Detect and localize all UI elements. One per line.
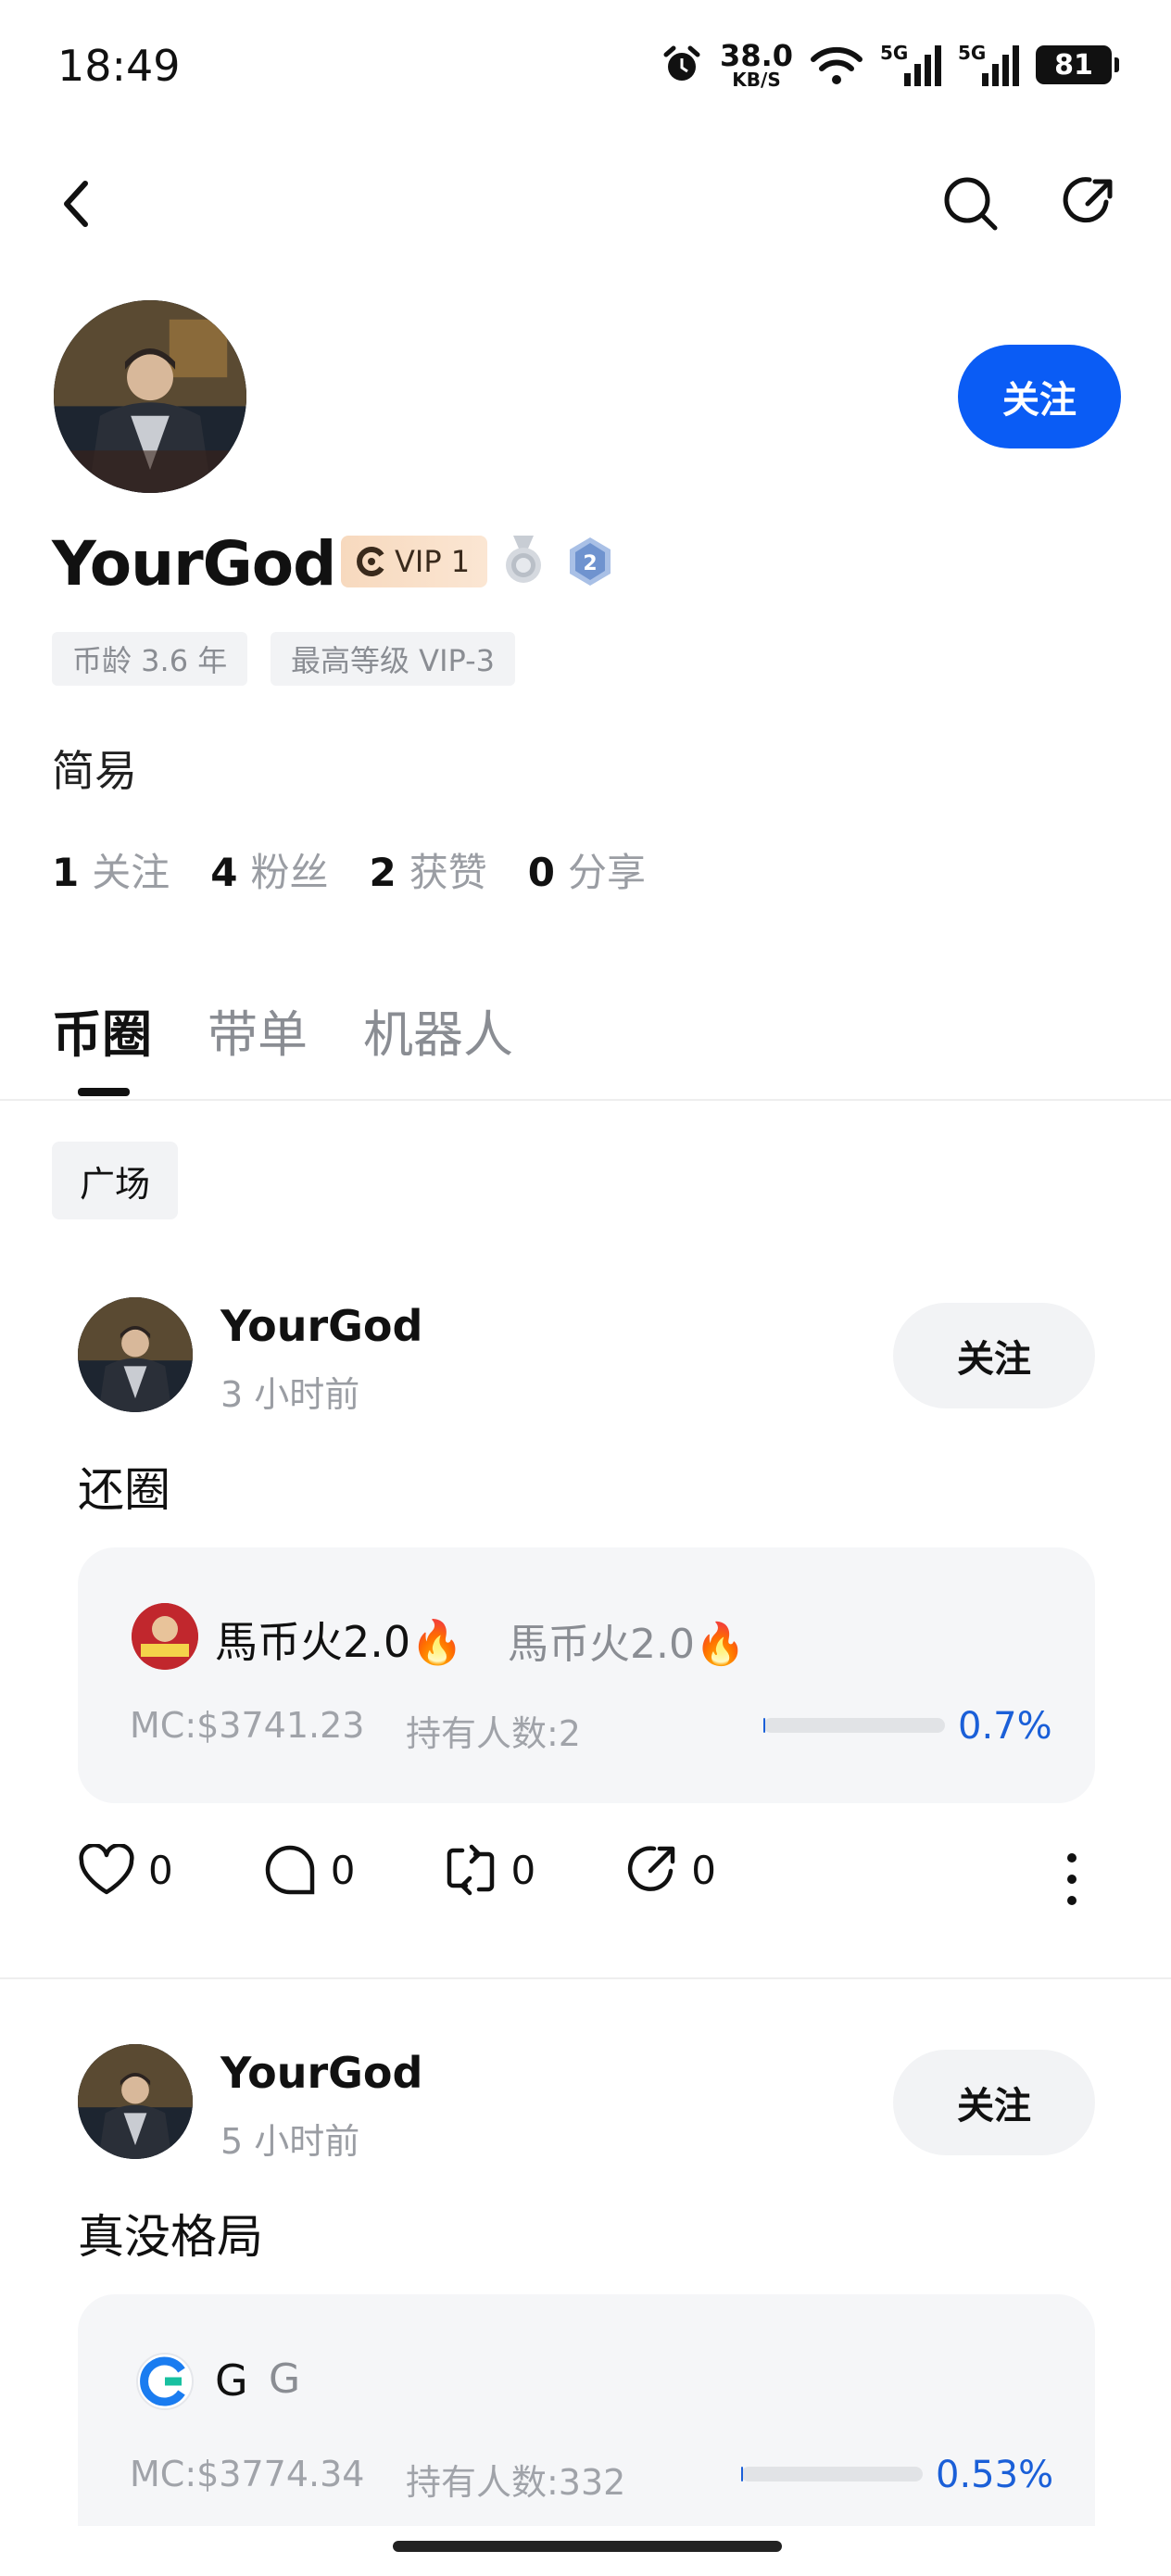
post-1-avatar[interactable]: [78, 1297, 193, 1412]
token-1-holders: 持有人数:2: [406, 1713, 581, 1754]
profile-stats: 1 关注 4 粉丝 2 获赞 0 分享: [52, 841, 646, 898]
post-1-actions: 0 0 0 0: [78, 1842, 805, 1898]
share-post-button[interactable]: 0: [624, 1843, 716, 1897]
vip-badge[interactable]: VIP 1: [341, 536, 487, 587]
token-1-percent: 0.7%: [958, 1705, 1052, 1748]
comment-count: 0: [330, 1847, 356, 1893]
tab-bots[interactable]: 机器人: [363, 993, 513, 1067]
tabs-divider: [0, 1099, 1171, 1101]
post-1-follow-button[interactable]: 关注: [893, 1303, 1095, 1408]
signal-icon-2: 5G: [958, 42, 1019, 88]
post-2-time: 5 小时前: [220, 2121, 360, 2162]
content-tabs: 币圈 带单 机器人: [52, 993, 513, 1067]
stat-shares-label: 分享: [567, 850, 646, 895]
vip-label: VIP 1: [395, 544, 471, 579]
post-divider: [0, 1977, 1171, 1979]
network-speed: 38.0 KB/S: [720, 41, 793, 89]
token-2-percent: 0.53%: [936, 2454, 1054, 2496]
profile-username: YourGod: [52, 528, 336, 600]
token-2-logo: [136, 2353, 194, 2410]
silver-medal-icon: [506, 536, 541, 583]
repost-icon: [447, 1844, 495, 1896]
post-2-text: 真没格局: [78, 2210, 263, 2264]
token-2-name: G: [215, 2355, 248, 2406]
tab-active-indicator: [78, 1088, 130, 1096]
token-1-symbol: 馬币火2.0🔥: [508, 1621, 746, 1668]
stat-following-label: 关注: [92, 850, 170, 895]
level-badge-icon: 2: [570, 537, 611, 586]
stat-likes[interactable]: 2 获赞: [370, 841, 487, 898]
heart-icon: [79, 1844, 134, 1895]
vip-logo-icon: [357, 547, 384, 576]
post-1-text: 还圈: [78, 1463, 170, 1517]
network-speed-value: 38.0: [720, 38, 793, 73]
tag-coin-age: 币龄 3.6 年: [52, 632, 248, 686]
battery-level: 81: [1054, 48, 1093, 82]
more-options-icon[interactable]: [1065, 1853, 1078, 1905]
stat-followers[interactable]: 4 粉丝: [210, 841, 328, 898]
post-1-token-card[interactable]: 馬币火2.0🔥 馬币火2.0🔥 MC:$3741.23 持有人数:2 0.7%: [78, 1547, 1095, 1803]
stat-followers-label: 粉丝: [250, 850, 329, 895]
status-time: 18:49: [57, 41, 181, 91]
alarm-icon: [663, 45, 700, 81]
post-2-follow-button[interactable]: 关注: [893, 2050, 1095, 2155]
tab-copy-trading[interactable]: 带单: [208, 993, 308, 1067]
follow-button[interactable]: 关注: [958, 345, 1121, 448]
profile-avatar[interactable]: [54, 300, 246, 493]
token-1-progress-fill: [763, 1718, 765, 1733]
battery-icon: 81: [1036, 45, 1119, 84]
signal-icon-1: 5G: [880, 42, 941, 88]
like-button[interactable]: 0: [78, 1844, 173, 1896]
stat-shares[interactable]: 0 分享: [528, 841, 646, 898]
token-1-market-cap: MC:$3741.23: [130, 1705, 365, 1746]
wifi-icon: [811, 46, 863, 84]
level-badge-number: 2: [583, 552, 597, 575]
network-speed-unit: KB/S: [732, 69, 781, 91]
token-2-progress-fill: [741, 2467, 743, 2481]
comment-button[interactable]: 0: [262, 1842, 356, 1898]
search-icon[interactable]: [941, 174, 1001, 234]
token-1-name: 馬币火2.0🔥: [215, 1617, 464, 1667]
repost-count: 0: [510, 1847, 536, 1893]
post-1-time: 3 小时前: [220, 1374, 360, 1415]
token-1-logo: [132, 1603, 198, 1670]
stat-following[interactable]: 1 关注: [52, 841, 170, 898]
post-2-avatar[interactable]: [78, 2044, 193, 2159]
token-1-progress-bar: [763, 1718, 945, 1733]
repost-button[interactable]: 0: [444, 1843, 535, 1897]
post-2-token-card[interactable]: G G MC:$3774.34 持有人数:332 0.53%: [78, 2294, 1095, 2526]
stat-likes-label: 获赞: [409, 850, 487, 895]
profile-bio: 简易: [52, 746, 137, 796]
filter-chip-square[interactable]: 广场: [52, 1142, 179, 1219]
share-arrow-icon: [628, 1846, 675, 1891]
stat-followers-count: 4: [210, 850, 238, 895]
tab-coin-circle[interactable]: 币圈: [52, 993, 152, 1067]
token-2-holders: 持有人数:332: [406, 2462, 626, 2503]
token-2-market-cap: MC:$3774.34: [130, 2454, 365, 2494]
share-count: 0: [691, 1847, 716, 1893]
home-indicator[interactable]: [393, 2541, 782, 2552]
status-icons: 38.0 KB/S 5G 5G 81: [661, 37, 1119, 93]
stat-following-count: 1: [52, 850, 80, 895]
post-1-author[interactable]: YourGod: [220, 1301, 422, 1351]
token-2-progress-bar: [741, 2467, 923, 2481]
back-icon[interactable]: [59, 178, 93, 230]
share-icon[interactable]: [1058, 174, 1117, 234]
like-count: 0: [148, 1847, 173, 1893]
comment-icon: [265, 1845, 314, 1895]
stat-likes-count: 2: [369, 850, 397, 895]
token-2-symbol: G: [269, 2355, 301, 2403]
tag-max-vip: 最高等级 VIP-3: [271, 632, 516, 686]
post-2-author[interactable]: YourGod: [220, 2048, 422, 2098]
stat-shares-count: 0: [527, 850, 555, 895]
